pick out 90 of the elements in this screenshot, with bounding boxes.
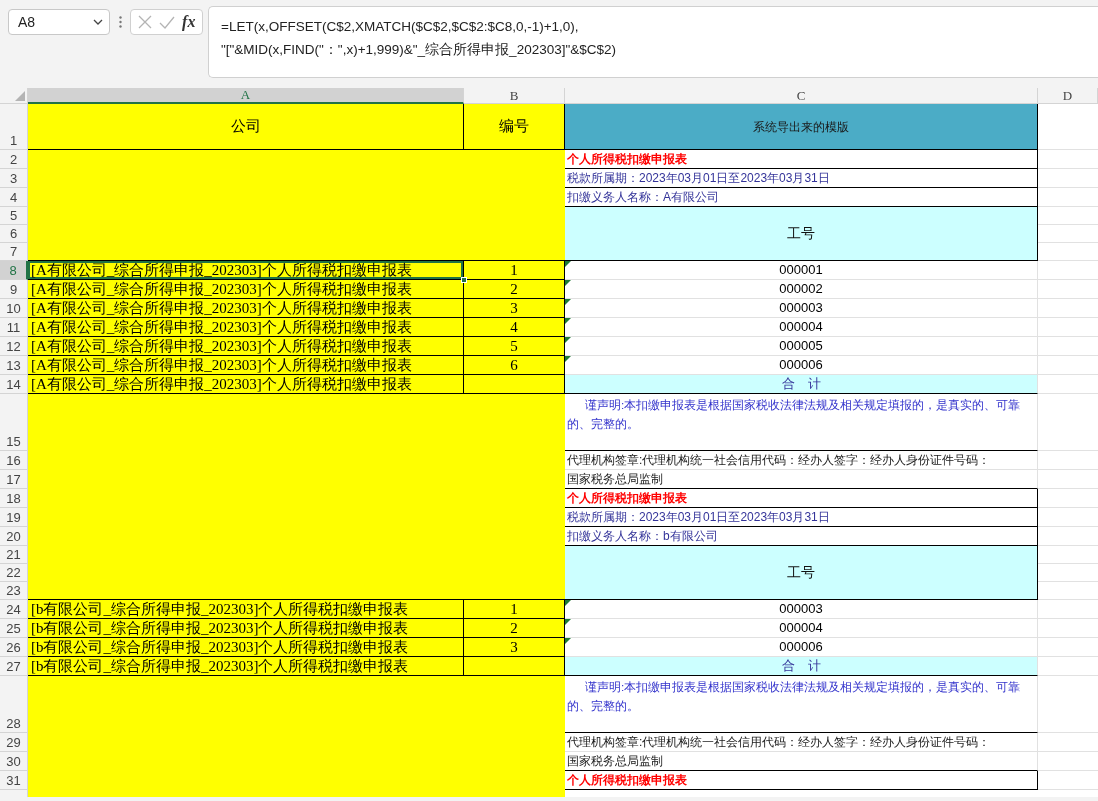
row-header[interactable]: 18 <box>0 489 28 508</box>
row-header[interactable]: 25 <box>0 619 28 638</box>
row-header[interactable]: 2 <box>0 150 28 169</box>
header-cell: 编号 <box>464 104 565 150</box>
table-cell: 税款所属期：2023年03月01日至2023年03月31日 <box>565 508 1038 527</box>
table-cell[interactable]: [A有限公司_综合所得申报_202303]个人所得税扣缴申报表 <box>28 299 464 318</box>
table-cell: 3 <box>464 638 565 657</box>
total-label: 合 计 <box>565 375 1038 394</box>
table-cell: 1 <box>464 600 565 619</box>
vertical-dots-icon[interactable] <box>118 16 122 28</box>
table-cell[interactable]: [b有限公司_综合所得申报_202303]个人所得税扣缴申报表 <box>28 619 464 638</box>
footer-text: 国家税务总局监制 <box>565 470 1038 489</box>
row-header[interactable]: 17 <box>0 470 28 489</box>
table-cell[interactable]: [A有限公司_综合所得申报_202303]个人所得税扣缴申报表 <box>28 280 464 299</box>
footer-text: 国家税务总局监制 <box>565 752 1038 771</box>
table-cell[interactable]: [A有限公司_综合所得申报_202303]个人所得税扣缴申报表 <box>28 337 464 356</box>
table-cell[interactable]: [A有限公司_综合所得申报_202303]个人所得税扣缴申报表 <box>28 375 464 394</box>
chevron-down-icon <box>93 19 103 25</box>
table-cell: 5 <box>464 337 565 356</box>
name-box[interactable]: A8 <box>8 9 110 35</box>
column-header[interactable]: B <box>464 88 565 104</box>
fill-handle[interactable] <box>461 277 467 283</box>
row-header[interactable]: 16 <box>0 451 28 470</box>
statement-text: 谨声明:本扣缴申报表是根据国家税收法律法规及相关规定填报的，是真实的、可靠的、完整的。 <box>565 676 1038 733</box>
header-cell: 系统导出来的模版 <box>565 104 1038 150</box>
signature-line: 代理机构签章:代理机构统一社会信用代码：经办人签字：经办人身份证件号码： <box>565 733 1038 752</box>
row-header[interactable]: 7 <box>0 243 28 261</box>
row-header[interactable]: 11 <box>0 318 28 337</box>
header-cell: 工号 <box>565 546 1038 600</box>
table-cell: 3 <box>464 299 565 318</box>
row-header[interactable]: 4 <box>0 188 28 207</box>
row-header[interactable]: 21 <box>0 546 28 564</box>
formula-field[interactable]: =LET(x,OFFSET(C$2,XMATCH($C$2,$C$2:$C8,0,-1)+1,0), "["&MID(x,FIND("：",x)+1,999)&"_综合所得申报_202303]"&$C$2) <box>208 6 1098 78</box>
row-header[interactable]: 28 <box>0 676 28 733</box>
table-cell: 000004 <box>565 318 1038 337</box>
table-cell: 4 <box>464 318 565 337</box>
table-cell: 1 <box>464 261 565 280</box>
row-header[interactable]: 27 <box>0 657 28 676</box>
column-header[interactable]: A <box>28 88 464 104</box>
table-cell: 000005 <box>565 337 1038 356</box>
row-header[interactable]: 13 <box>0 356 28 375</box>
row-header[interactable]: 19 <box>0 508 28 527</box>
table-cell: 000001 <box>565 261 1038 280</box>
row-header[interactable]: 14 <box>0 375 28 394</box>
insert-function-button[interactable]: fx <box>181 12 197 32</box>
row-header[interactable]: 15 <box>0 394 28 451</box>
row-header[interactable]: 5 <box>0 207 28 225</box>
table-cell: 000003 <box>565 600 1038 619</box>
row-header[interactable]: 31 <box>0 771 28 790</box>
table-cell: 000004 <box>565 619 1038 638</box>
row-header[interactable]: 26 <box>0 638 28 657</box>
row-header[interactable]: 8 <box>0 261 28 280</box>
row-header[interactable]: 20 <box>0 527 28 546</box>
row-header[interactable]: 24 <box>0 600 28 619</box>
row-header[interactable]: 10 <box>0 299 28 318</box>
row-header[interactable]: 12 <box>0 337 28 356</box>
total-label: 合 计 <box>565 657 1038 676</box>
table-cell: 2 <box>464 619 565 638</box>
header-cell: 工号 <box>565 207 1038 261</box>
statement-text: 谨声明:本扣缴申报表是根据国家税收法律法规及相关规定填报的，是真实的、可靠的、完整的。 <box>565 394 1038 451</box>
table-cell[interactable]: [b有限公司_综合所得申报_202303]个人所得税扣缴申报表 <box>28 638 464 657</box>
column-header[interactable]: C <box>565 88 1038 104</box>
row-header[interactable]: 9 <box>0 280 28 299</box>
select-all-corner[interactable] <box>0 88 28 104</box>
row-header[interactable]: 22 <box>0 564 28 582</box>
table-cell[interactable]: [A有限公司_综合所得申报_202303]个人所得税扣缴申报表 <box>28 318 464 337</box>
column-header[interactable]: D <box>1038 88 1098 104</box>
cross-icon <box>137 15 152 29</box>
form-title: 个人所得税扣缴申报表 <box>565 150 1038 169</box>
table-cell[interactable]: [A有限公司_综合所得申报_202303]个人所得税扣缴申报表 <box>28 261 464 280</box>
header-cell: 公司 <box>28 104 464 150</box>
form-title: 个人所得税扣缴申报表 <box>565 489 1038 508</box>
row-header[interactable]: 6 <box>0 225 28 243</box>
row-header[interactable]: 23 <box>0 582 28 600</box>
table-cell: 000003 <box>565 299 1038 318</box>
row-header[interactable]: 1 <box>0 104 28 150</box>
table-cell: 2 <box>464 280 565 299</box>
table-cell: 000002 <box>565 280 1038 299</box>
row-header[interactable]: 30 <box>0 752 28 771</box>
form-title: 个人所得税扣缴申报表 <box>565 771 1038 790</box>
table-cell[interactable]: [A有限公司_综合所得申报_202303]个人所得税扣缴申报表 <box>28 356 464 375</box>
signature-line: 代理机构签章:代理机构统一社会信用代码：经办人签字：经办人身份证件号码： <box>565 451 1038 470</box>
table-cell[interactable]: [b有限公司_综合所得申报_202303]个人所得税扣缴申报表 <box>28 600 464 619</box>
corner-triangle-icon[interactable] <box>15 91 25 101</box>
row-header[interactable]: 29 <box>0 733 28 752</box>
check-icon <box>158 15 175 29</box>
table-cell[interactable]: [b有限公司_综合所得申报_202303]个人所得税扣缴申报表 <box>28 657 464 676</box>
table-cell: 税款所属期：2023年03月01日至2023年03月31日 <box>565 169 1038 188</box>
table-cell: 6 <box>464 356 565 375</box>
row-header[interactable]: 3 <box>0 169 28 188</box>
